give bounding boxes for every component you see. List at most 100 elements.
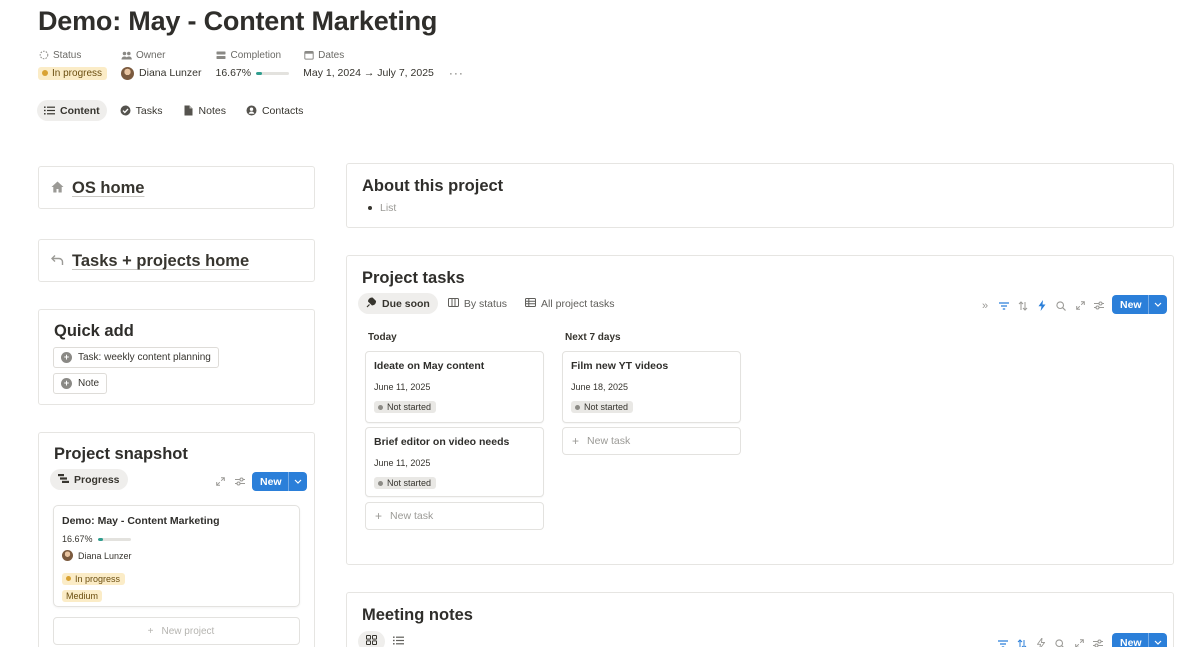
owner-value: Diana Lunzer [139,67,202,79]
status-value: In progress [52,67,103,79]
rollup-icon [216,50,227,61]
view-due-soon[interactable]: Due soon [358,293,438,314]
task-title: Brief editor on video needs [374,436,510,448]
bullet-icon [368,206,372,210]
task-card[interactable]: Ideate on May content June 11, 2025 Not … [365,351,544,423]
automation-lightning-icon[interactable] [1037,300,1047,311]
gantt-icon [58,473,69,486]
button-label: Task: weekly content planning [78,352,211,363]
new-project-button[interactable]: + New project [53,617,300,645]
about-list-item[interactable]: List [368,202,396,214]
project-snapshot-title: Project snapshot [54,445,188,463]
tab-contacts[interactable]: Contacts [239,100,310,121]
double-chevron-right-icon[interactable]: » [980,300,990,312]
property-dates[interactable]: Dates May 1, 2024 → July 7, 2025 ··· [303,48,464,84]
settings-sliders-icon[interactable] [1094,300,1104,311]
status-badge[interactable]: In progress [38,66,108,80]
os-home-link[interactable]: OS home [72,179,144,198]
chevron-down-icon[interactable] [287,472,307,491]
new-button-label[interactable]: New [252,472,288,491]
tab-tasks[interactable]: Tasks [113,100,170,121]
completion-bar [256,71,290,75]
view-by-status[interactable]: By status [440,293,515,314]
status-badge: In progress [62,572,126,585]
search-icon[interactable] [1055,638,1065,647]
tasks-home-link[interactable]: Tasks + projects home [72,252,249,271]
tab-label: Contacts [261,104,304,117]
task-title: Film new YT videos [571,360,669,372]
search-icon[interactable] [1056,300,1066,311]
gallery-grid-icon [366,635,377,647]
new-task-split-button[interactable]: New [1112,295,1167,314]
meeting-notes-toolbar [998,638,1103,647]
project-tasks-toolbar: » [980,300,1104,312]
project-card[interactable]: Demo: May - Content Marketing 16.67% Dia… [53,505,300,607]
expand-icon[interactable] [1074,638,1084,647]
view-list[interactable] [387,631,410,647]
os-home-link-card[interactable]: OS home [38,166,315,209]
about-project-title: About this project [362,177,504,195]
tab-notes[interactable]: Notes [176,100,233,121]
priority-badge: Medium [62,590,103,602]
property-label: Status [53,49,82,61]
property-completion[interactable]: Completion 16.67% [216,48,290,84]
new-task-button[interactable]: + New task [365,502,544,530]
more-properties-button[interactable]: ··· [449,66,464,80]
chevron-down-icon[interactable] [1147,295,1167,314]
property-status[interactable]: Status In progress [38,48,108,84]
chevron-down-icon[interactable] [1147,633,1167,647]
people-icon [121,50,132,61]
property-owner[interactable]: Owner Diana Lunzer [121,48,202,84]
task-date: June 11, 2025 [374,458,431,468]
settings-sliders-icon[interactable] [1093,638,1103,647]
sort-icon[interactable] [1018,300,1028,311]
filter-icon[interactable] [998,638,1008,647]
status-dot-icon [575,404,580,410]
sort-icon[interactable] [1017,638,1027,647]
project-card-status: In progress [62,568,126,586]
add-note-button[interactable]: + Note [53,373,108,394]
tasks-home-link-card[interactable]: Tasks + projects home [38,239,315,282]
completion-value: 16.67% [62,534,93,544]
completion-bar [97,537,131,541]
expand-icon[interactable] [215,476,225,487]
new-task-button[interactable]: + New task [562,427,741,455]
tab-label: Tasks [135,104,163,117]
view-label: By status [463,297,508,310]
new-meeting-note-split-button[interactable]: New [1112,633,1167,647]
meeting-notes-title: Meeting notes [362,606,473,624]
quick-add-title: Quick add [54,322,134,340]
avatar [62,550,73,561]
board-icon [447,297,459,310]
new-button-label[interactable]: New [1112,633,1148,647]
task-card[interactable]: Brief editor on video needs June 11, 202… [365,427,544,497]
task-title: Ideate on May content [374,360,485,372]
task-card[interactable]: Film new YT videos June 18, 2025 Not sta… [562,351,741,423]
view-all-project-tasks[interactable]: All project tasks [517,293,623,314]
tab-content[interactable]: Content [37,100,107,121]
completion-value: 16.67% [215,67,252,79]
view-progress[interactable]: Progress [50,469,128,490]
new-project-split-button[interactable]: New [252,472,307,491]
plus-icon: + [572,434,580,448]
page-tabs: Content Tasks Notes Contacts [37,100,310,121]
new-task-label: New task [587,435,631,447]
project-card-completion: 16.67% [62,534,131,544]
filter-icon[interactable] [999,300,1009,311]
add-weekly-planning-task-button[interactable]: + Task: weekly content planning [53,347,219,368]
owner-value: Diana Lunzer [78,550,132,561]
status-value: Not started [584,402,629,412]
automation-lightning-icon[interactable] [1036,638,1046,647]
settings-sliders-icon[interactable] [235,476,245,487]
status-value: In progress [75,573,121,584]
status-value: Not started [387,478,432,488]
status-badge: Not started [374,477,437,489]
project-card-owner: Diana Lunzer [62,550,132,561]
project-card-priority: Medium [62,586,103,604]
new-button-label[interactable]: New [1112,295,1148,314]
snapshot-toolbar [215,476,245,487]
expand-icon[interactable] [1075,300,1085,311]
view-gallery[interactable] [358,631,385,647]
plus-circle-icon: + [61,352,72,363]
calendar-icon [303,50,314,61]
